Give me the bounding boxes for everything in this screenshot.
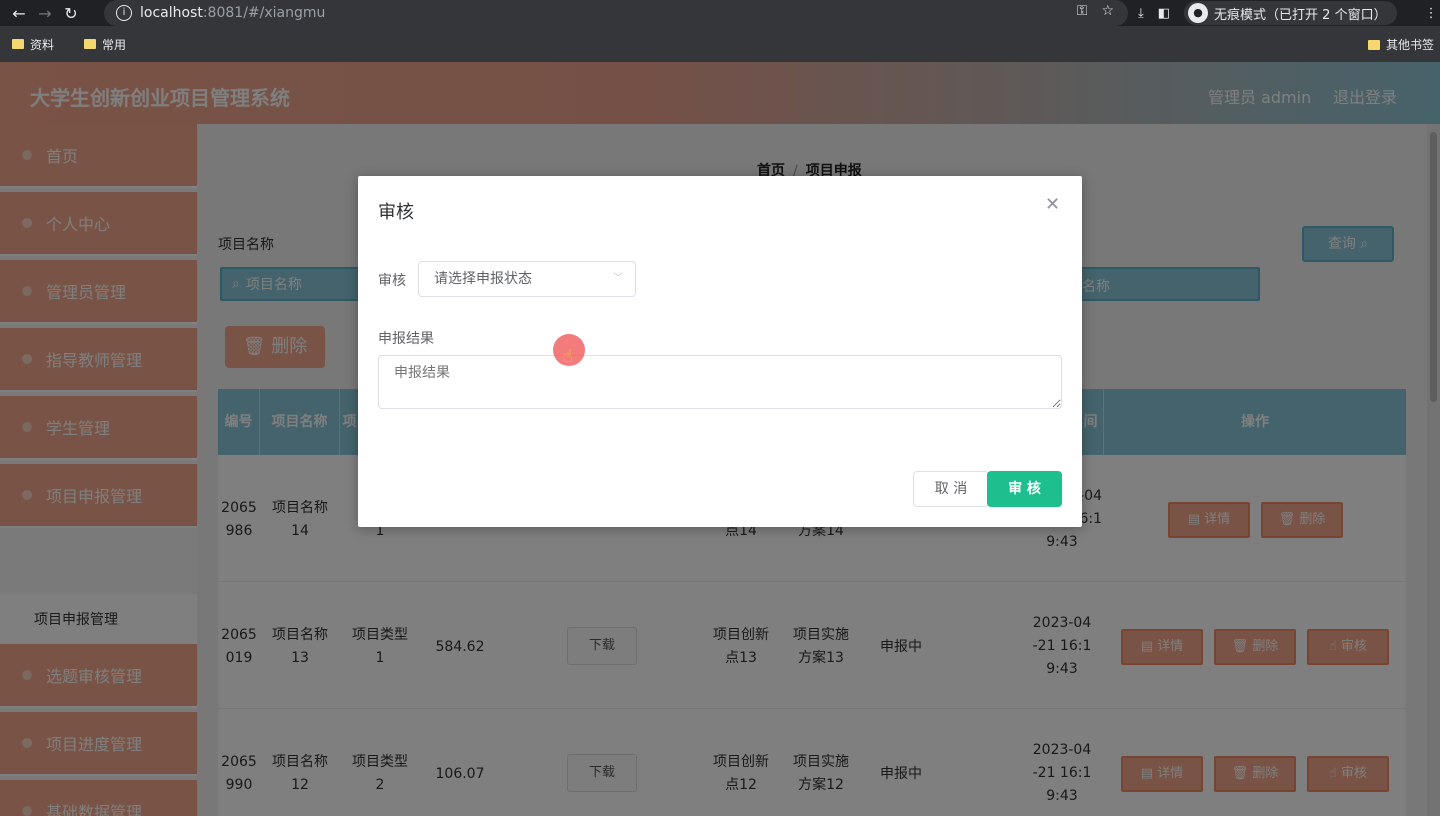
menu-icon[interactable]: ⋮ [1425, 6, 1438, 21]
incognito-icon: ● [1188, 3, 1209, 23]
incognito-indicator[interactable]: ● 无痕模式（已打开 2 个窗口） [1184, 1, 1397, 25]
url-host: localhost [140, 5, 203, 21]
review-dialog: 审核 ✕ 审核 请选择申报状态 ﹀ 申报结果 取 消 审 核 [358, 176, 1082, 527]
site-info-icon[interactable]: i [116, 5, 132, 21]
other-bookmarks[interactable]: 其他书签 [1367, 36, 1434, 53]
pointer-hand-icon: ☝ [562, 346, 573, 367]
forward-icon[interactable]: → [32, 4, 58, 23]
cancel-button[interactable]: 取 消 [913, 471, 989, 507]
key-icon[interactable]: ⚿ [1077, 3, 1088, 19]
back-icon[interactable]: ← [6, 4, 32, 23]
url-path: :8081/#/xiangmu [202, 5, 326, 21]
bookmark-folder[interactable]: 常用 [84, 36, 126, 53]
sidepanel-icon[interactable]: ◧ [1158, 6, 1170, 21]
status-select[interactable]: 请选择申报状态 ﹀ [418, 261, 636, 297]
incognito-label: 无痕模式（已打开 2 个窗口） [1214, 7, 1387, 23]
close-icon[interactable]: ✕ [1045, 194, 1060, 215]
folder-icon [1367, 39, 1380, 50]
chevron-down-icon: ﹀ [613, 273, 623, 284]
folder-icon [12, 39, 24, 49]
confirm-review-button[interactable]: 审 核 [987, 471, 1062, 507]
dialog-title: 审核 [378, 202, 414, 223]
reload-icon[interactable]: ↻ [58, 4, 84, 23]
review-field-label: 审核 [378, 273, 406, 289]
address-bar[interactable]: i localhost:8081/#/xiangmu ⚿ ☆ [104, 0, 1128, 26]
folder-icon [84, 39, 97, 49]
result-field-label: 申报结果 [378, 331, 434, 347]
bookmark-folder[interactable]: 资料 [12, 36, 54, 53]
result-textarea[interactable] [378, 355, 1062, 409]
download-icon[interactable]: ⤓ [1138, 6, 1144, 21]
star-icon[interactable]: ☆ [1101, 3, 1114, 19]
bookmarks-bar: 资料 常用 其他书签 [0, 26, 1440, 62]
browser-toolbar: ← → ↻ i localhost:8081/#/xiangmu ⚿ ☆ ⤓ ◧… [0, 0, 1440, 26]
app-viewport: 大学生创新创业项目管理系统 管理员 admin 退出登录 首页 个人中心 管理员… [0, 62, 1440, 816]
